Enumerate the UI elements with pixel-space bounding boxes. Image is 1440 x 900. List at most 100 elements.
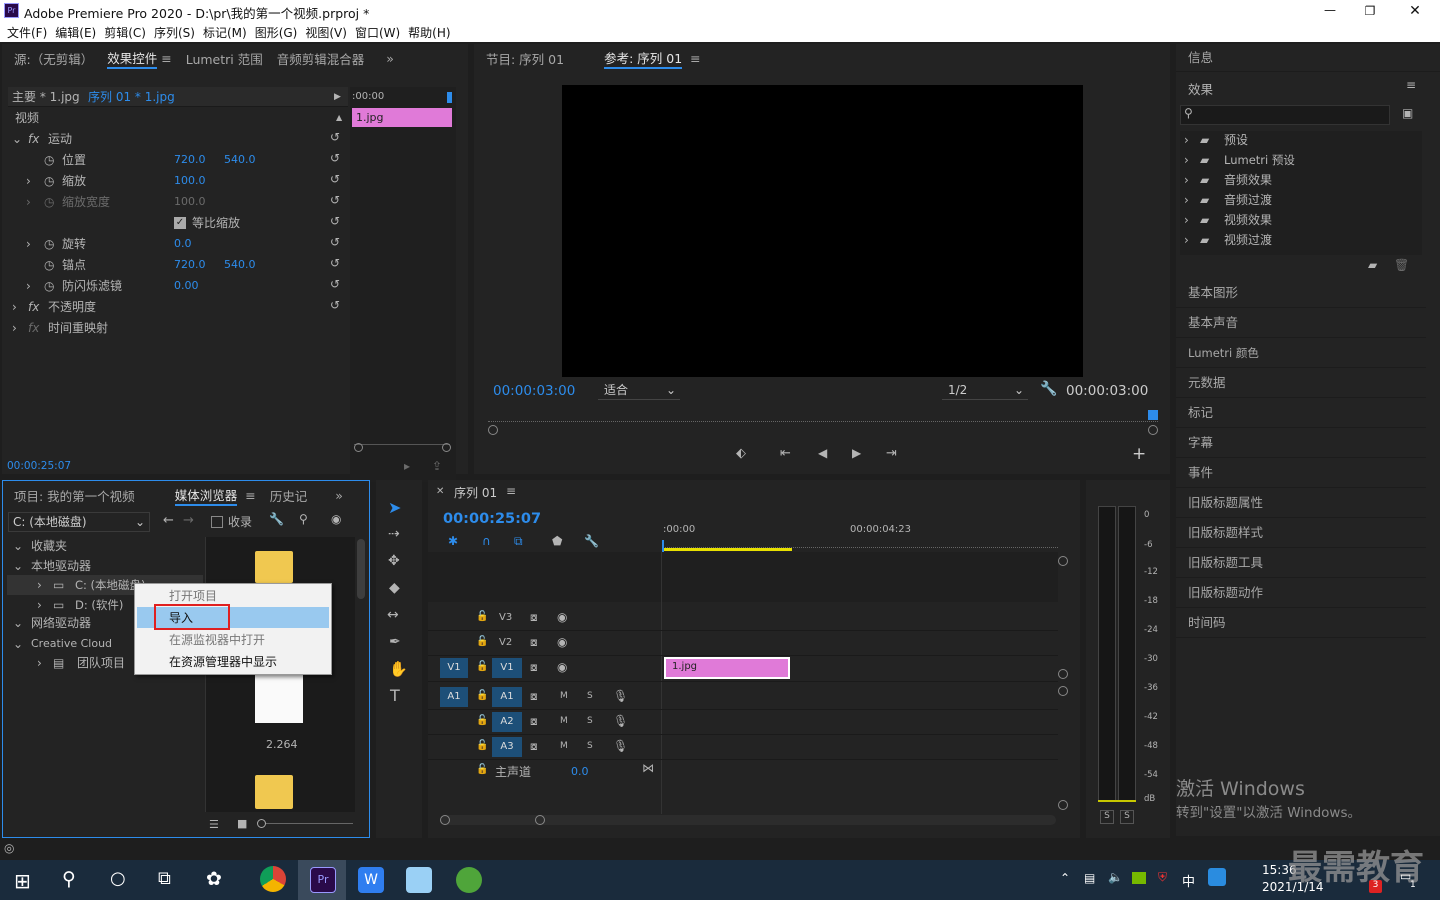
panel-menu-icon[interactable]: ≡ [161,51,171,66]
track-label-a3[interactable]: A3 [492,737,522,757]
go-to-out-icon[interactable]: ⇥ [886,446,897,461]
eye-icon[interactable]: ◉ [557,610,567,624]
tree-network-drives[interactable]: 网络驱动器 [31,613,91,633]
qq-icon[interactable] [1208,868,1226,886]
expand-icon[interactable]: › [1184,130,1189,150]
panel-essential-sound[interactable]: 基本声音 [1176,308,1426,338]
reset-icon[interactable]: ↺ [330,211,340,231]
reset-icon[interactable]: ↺ [330,274,340,294]
toggle-output-icon[interactable]: ⧇ [530,610,538,625]
add-marker-icon[interactable]: ⬖ [736,446,746,461]
mute-button[interactable]: M [560,716,568,726]
slip-tool-icon[interactable]: ↔ [387,607,399,623]
menu-reveal-explorer[interactable]: 在资源管理器中显示 [169,653,277,670]
panel-essential-graphics[interactable]: 基本图形 [1176,278,1426,308]
track-label-a2[interactable]: A2 [492,712,522,732]
effects-folder-video-effects[interactable]: 视频效果 [1224,210,1272,230]
reset-icon[interactable]: ↺ [330,169,340,189]
scroll-handle[interactable] [354,443,363,452]
microphone-icon[interactable]: 🎙 [613,689,628,703]
security-icon[interactable]: ⛨ [1158,870,1167,885]
reset-icon[interactable]: ↺ [330,253,340,273]
effects-header[interactable]: 效果 [1188,79,1213,98]
task-view-icon[interactable]: ⧉ [158,868,171,889]
ime-indicator[interactable]: 中 [1182,871,1195,890]
stopwatch-icon[interactable]: ◷ [44,171,54,191]
list-view-icon[interactable]: ☰ [209,818,219,831]
play-icon[interactable]: ▶ [334,87,341,107]
microphone-icon[interactable]: 🎙 [613,714,628,728]
info-panel-header[interactable]: 信息 [1176,44,1440,72]
menu-graphics[interactable]: 图形(G) [251,22,302,43]
menu-open-source-monitor[interactable]: 在源监视器中打开 [169,631,265,648]
add-button-icon[interactable]: + [1132,444,1146,464]
nest-icon[interactable]: ✱ [448,534,458,548]
eye-icon[interactable]: ◉ [557,635,567,649]
work-area-bar[interactable] [662,548,792,551]
vertical-scrollbar[interactable] [357,539,365,599]
view-icon[interactable]: ◉ [331,512,341,526]
folder-thumbnail[interactable] [255,551,293,583]
tab-source[interactable]: 源:（无剪辑） [14,49,93,68]
uniform-scale-checkbox[interactable]: ✓ [174,217,186,229]
tab-effect-controls[interactable]: 效果控件 [107,48,158,69]
scrubber-playhead[interactable] [1148,410,1158,420]
tab-project[interactable]: 项目: 我的第一个视频 [14,486,135,505]
playhead-marker[interactable] [447,92,452,103]
wrench-icon[interactable]: 🔧 [269,512,284,526]
close-icon[interactable]: ✕ [436,486,444,497]
premiere-taskbar-icon[interactable]: Pr [310,867,336,893]
toggle-output-icon[interactable]: ⧇ [530,660,538,675]
folder-thumbnail[interactable] [255,775,293,809]
lock-icon[interactable]: 🔓 [476,740,488,751]
linked-selection-icon[interactable]: ⧉ [514,534,523,549]
panel-menu-icon[interactable]: ≡ [1406,78,1416,92]
export-icon[interactable]: ⇪ [432,456,442,476]
app-badge[interactable]: 3 [1369,880,1382,893]
anchor-x-value[interactable]: 720.0 [174,255,206,275]
stopwatch-icon[interactable]: ◷ [44,234,54,254]
effects-folder-audio-effects[interactable]: 音频效果 [1224,170,1272,190]
tab-lumetri-scopes[interactable]: Lumetri 范围 [186,49,263,68]
chrome-icon[interactable] [260,866,286,892]
tree-local-drives[interactable]: 本地驱动器 [31,556,91,576]
filter-icon[interactable]: ▸ [404,456,410,476]
position-y-value[interactable]: 540.0 [224,150,256,170]
master-volume-value[interactable]: 0.0 [571,765,589,778]
menu-open-project[interactable]: 打开项目 [169,587,217,604]
more-tabs-icon[interactable]: » [386,51,394,66]
wrench-icon[interactable]: 🔧 [1040,381,1057,397]
panel-captions[interactable]: 字幕 [1176,428,1426,458]
panel-lumetri-color[interactable]: Lumetri 颜色 [1176,338,1426,368]
lock-icon[interactable]: 🔓 [476,764,488,775]
type-tool-icon[interactable]: T [390,686,400,705]
ingest-checkbox[interactable] [211,516,223,528]
filter-icon[interactable]: ⚲ [299,512,308,526]
wrench-icon[interactable]: 🔧 [584,534,599,548]
panel-metadata[interactable]: 元数据 [1176,368,1426,398]
close-button[interactable]: ✕ [1404,0,1426,22]
panel-legacy-title-actions[interactable]: 旧版标题动作 [1176,578,1426,608]
track-label-v3[interactable]: V3 [499,612,512,623]
effects-folder-video-transitions[interactable]: 视频过渡 [1224,230,1272,250]
tree-creative-cloud[interactable]: Creative Cloud [31,634,112,654]
tab-history[interactable]: 历史记 [270,486,308,505]
wps-icon[interactable]: W [358,867,384,893]
mute-button[interactable]: M [560,691,568,701]
scroll-up-icon[interactable]: ▲ [336,108,342,128]
source-patch-v1[interactable]: V1 [440,658,468,678]
ripple-edit-tool-icon[interactable]: ✥ [388,553,400,569]
tab-audio-clip-mixer[interactable]: 音频剪辑混合器 [277,49,365,68]
mute-button[interactable]: M [560,741,568,751]
chevron-down-icon[interactable]: ⌄ [13,536,23,556]
lock-icon[interactable]: 🔓 [476,611,488,622]
panel-menu-icon[interactable]: ≡ [690,51,700,66]
selection-tool-icon[interactable]: ➤ [388,498,401,517]
add-marker-icon[interactable]: ⬟ [552,534,562,548]
hand-tool-icon[interactable]: ✋ [389,660,408,678]
expand-icon[interactable]: ⌄ [12,129,22,149]
scale-value[interactable]: 100.0 [174,171,206,191]
snap-icon[interactable]: ∩ [482,534,491,548]
scroll-handle[interactable] [535,815,545,825]
fit-dropdown[interactable]: 适合 ⌄ [598,381,680,400]
